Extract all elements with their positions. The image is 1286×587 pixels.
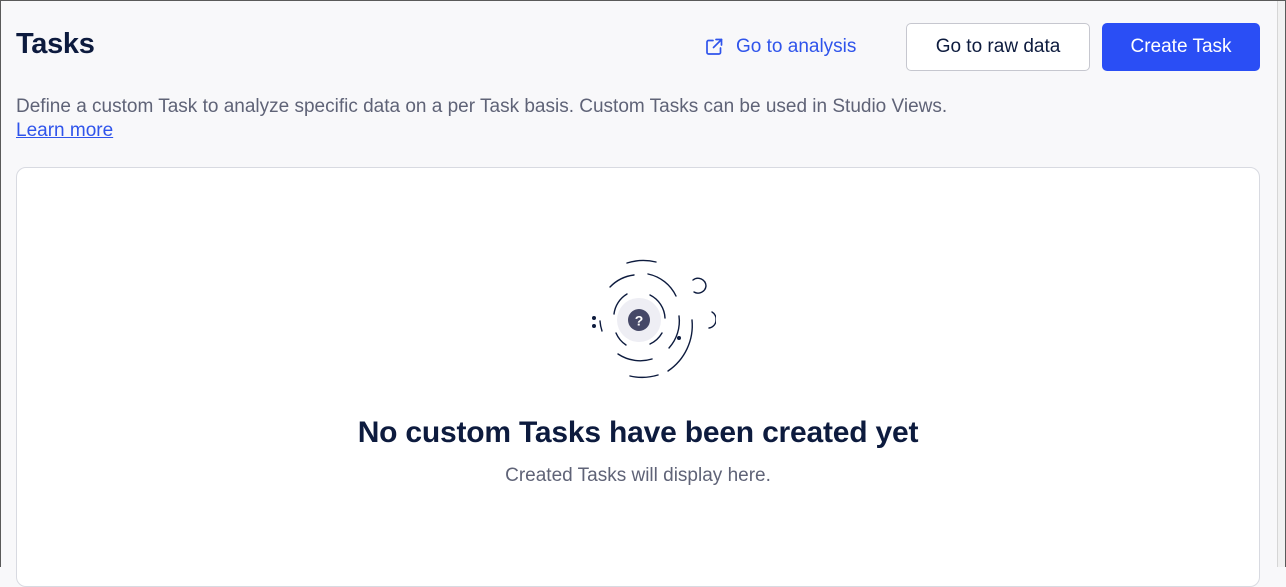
page-header: Tasks Go to analysis Go to raw data Crea… — [16, 22, 1260, 72]
go-to-analysis-label: Go to analysis — [736, 36, 857, 57]
go-to-analysis-link[interactable]: Go to analysis — [704, 36, 856, 58]
tasks-empty-card: ? No custom Tasks have been created yet … — [16, 167, 1260, 587]
svg-text:?: ? — [635, 313, 644, 329]
external-link-icon — [704, 37, 724, 57]
question-orbit-icon: ? — [572, 258, 717, 386]
go-to-raw-data-button[interactable]: Go to raw data — [906, 23, 1090, 71]
empty-state-title: No custom Tasks have been created yet — [357, 416, 919, 449]
learn-more-link[interactable]: Learn more — [16, 120, 113, 141]
page-description: Define a custom Task to analyze specific… — [16, 95, 1246, 143]
page-title: Tasks — [16, 28, 95, 60]
window-edge — [1277, 0, 1286, 567]
create-task-button[interactable]: Create Task — [1102, 23, 1260, 71]
description-text: Define a custom Task to analyze specific… — [16, 96, 948, 117]
empty-state-subtitle: Created Tasks will display here. — [505, 465, 771, 486]
